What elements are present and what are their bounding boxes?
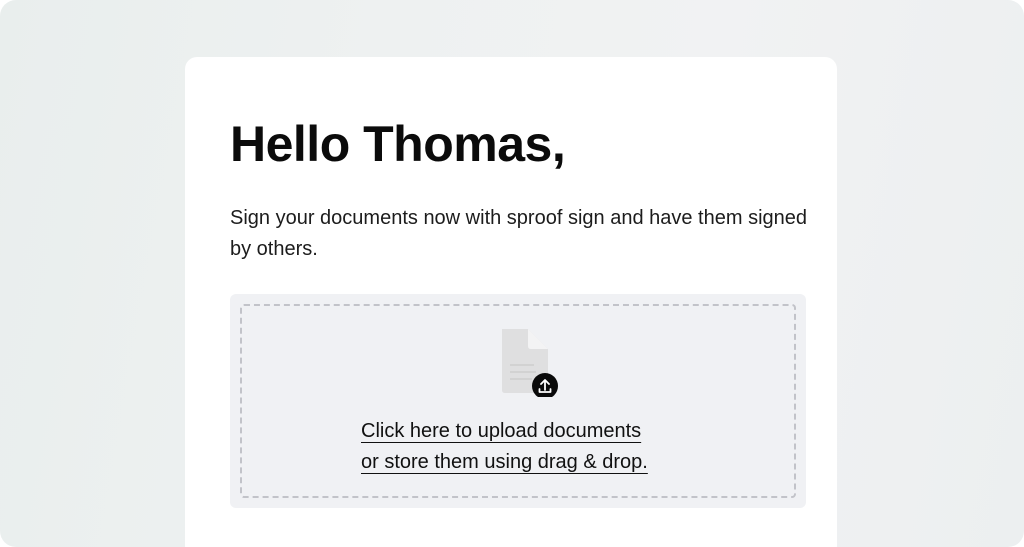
document-icon <box>502 329 558 399</box>
document-upload-icon[interactable] <box>498 327 560 399</box>
intro-text: Sign your documents now with sproof sign… <box>230 207 808 260</box>
upload-link-line-1[interactable]: Click here to upload documents <box>361 416 681 447</box>
upload-documents-link[interactable]: Click here to upload documents or store … <box>361 416 681 478</box>
upload-dropzone[interactable]: Click here to upload documents or store … <box>230 294 806 508</box>
greeting-heading: Hello Thomas, <box>230 116 566 172</box>
app-background: Hello Thomas, Sign your documents now wi… <box>0 0 1024 547</box>
upload-link-line-2[interactable]: or store them using drag & drop. <box>361 447 681 478</box>
welcome-card: Hello Thomas, Sign your documents now wi… <box>185 57 837 547</box>
